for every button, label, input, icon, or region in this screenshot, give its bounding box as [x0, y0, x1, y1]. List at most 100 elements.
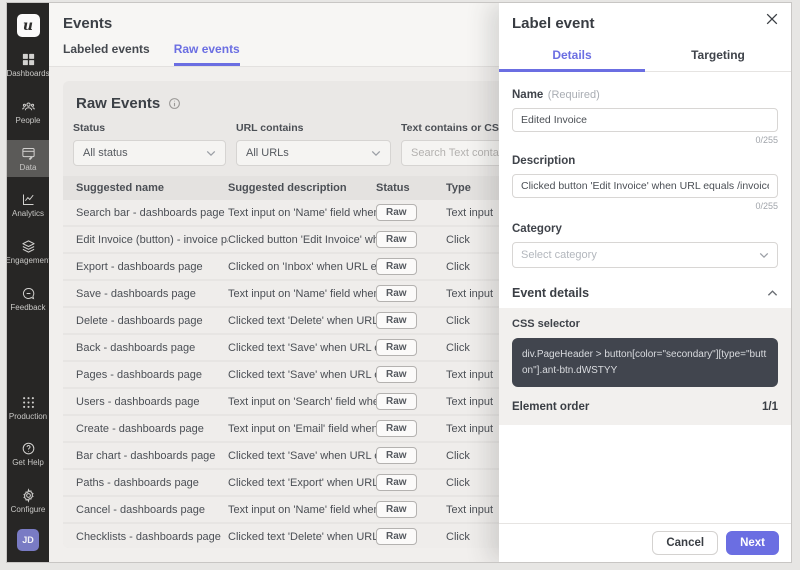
row-description: Text input on 'Email' field when...: [228, 423, 376, 435]
sidebar-item-label: Dashboards: [6, 70, 49, 79]
analytics-icon: [21, 192, 36, 207]
event-details-heading: Event details: [512, 286, 589, 300]
status-select[interactable]: All status: [73, 140, 226, 166]
panel-body: Name (Required) 0/255 Description 0/255 …: [499, 72, 791, 523]
sidebar-item-feedback[interactable]: Feedback: [7, 280, 49, 318]
row-name: Users - dashboards page: [76, 396, 228, 408]
status-badge[interactable]: Raw: [376, 366, 417, 383]
status-select-value: All status: [83, 147, 128, 159]
row-description: Clicked button 'Edit Invoice' whe...: [228, 234, 376, 246]
sidebar-item-label: People: [16, 117, 41, 126]
user-avatar[interactable]: JD: [17, 529, 39, 551]
row-name: Delete - dashboards page: [76, 315, 228, 327]
row-name: Save - dashboards page: [76, 288, 228, 300]
sidebar-item-label: Production: [9, 413, 47, 422]
next-button[interactable]: Next: [726, 531, 779, 555]
status-badge[interactable]: Raw: [376, 393, 417, 410]
info-icon[interactable]: [168, 97, 181, 110]
element-order-value: 1/1: [762, 401, 778, 413]
url-filter: URL contains All URLs: [236, 122, 391, 166]
row-description: Text input on 'Search' field whe...: [228, 396, 376, 408]
row-name: Export - dashboards page: [76, 261, 228, 273]
category-label: Category: [512, 223, 562, 235]
status-badge[interactable]: Raw: [376, 204, 417, 221]
row-description: Clicked text 'Delete' when URL e...: [228, 531, 376, 543]
row-name: Create - dashboards page: [76, 423, 228, 435]
sidebar-item-production[interactable]: Production: [7, 389, 49, 427]
element-order-label: Element order: [512, 401, 589, 413]
sidebar-item-label: Feedback: [10, 304, 45, 313]
status-badge[interactable]: Raw: [376, 285, 417, 302]
url-select-value: All URLs: [246, 147, 289, 159]
url-select[interactable]: All URLs: [236, 140, 391, 166]
sidebar-item-get-help[interactable]: Get Help: [7, 435, 49, 473]
description-field[interactable]: [512, 174, 778, 198]
help-icon: [21, 441, 36, 456]
name-required-hint: (Required): [548, 89, 600, 101]
category-placeholder: Select category: [521, 249, 597, 261]
tab-raw-events[interactable]: Raw events: [174, 42, 240, 66]
status-filter: Status All status: [73, 122, 226, 166]
chevron-down-icon: [206, 150, 216, 157]
description-char-counter: 0/255: [512, 201, 778, 211]
status-badge[interactable]: Raw: [376, 420, 417, 437]
status-filter-label: Status: [73, 122, 226, 134]
sidebar-item-data[interactable]: Data: [7, 140, 49, 178]
sidebar-item-dashboards[interactable]: Dashboards: [7, 46, 49, 84]
row-description: Clicked text 'Export' when URL e...: [228, 477, 376, 489]
production-grid-icon: [21, 395, 36, 410]
status-badge[interactable]: Raw: [376, 528, 417, 545]
row-name: Bar chart - dashboards page: [76, 450, 228, 462]
engagement-icon: [21, 239, 36, 254]
avatar-initials: JD: [22, 535, 34, 545]
status-badge[interactable]: Raw: [376, 258, 417, 275]
status-badge[interactable]: Raw: [376, 447, 417, 464]
column-suggested-description: Suggested description: [228, 182, 376, 194]
name-label: Name: [512, 89, 543, 101]
sidebar-item-configure[interactable]: Configure: [7, 482, 49, 520]
tab-targeting[interactable]: Targeting: [645, 40, 791, 72]
cancel-button[interactable]: Cancel: [652, 531, 718, 555]
sidebar-item-engagement[interactable]: Engagement: [7, 233, 49, 271]
row-name: Cancel - dashboards page: [76, 504, 228, 516]
chevron-up-icon: [767, 289, 778, 297]
sidebar-item-label: Configure: [11, 506, 46, 515]
sidebar-item-analytics[interactable]: Analytics: [7, 186, 49, 224]
status-badge[interactable]: Raw: [376, 312, 417, 329]
tab-details[interactable]: Details: [499, 40, 645, 72]
status-badge[interactable]: Raw: [376, 474, 417, 491]
status-badge[interactable]: Raw: [376, 501, 417, 518]
event-details-header[interactable]: Event details: [499, 286, 791, 300]
row-name: Back - dashboards page: [76, 342, 228, 354]
feedback-icon: [21, 286, 36, 301]
people-icon: [21, 99, 36, 114]
row-description: Clicked text 'Save' when URL eq...: [228, 342, 376, 354]
tab-labeled-events[interactable]: Labeled events: [63, 42, 150, 66]
description-label: Description: [512, 155, 575, 167]
row-description: Text input on 'Name' field when...: [228, 504, 376, 516]
status-badge[interactable]: Raw: [376, 339, 417, 356]
sidebar-item-label: Get Help: [12, 459, 44, 468]
sidebar-item-label: Data: [20, 164, 37, 173]
userpilot-logo[interactable]: u: [17, 14, 40, 37]
sidebar-item-label: Engagement: [6, 257, 51, 266]
row-description: Clicked text 'Save' when URL eq...: [228, 369, 376, 381]
sidebar-item-people[interactable]: People: [7, 93, 49, 131]
row-name: Pages - dashboards page: [76, 369, 228, 381]
column-status: Status: [376, 182, 446, 194]
category-select[interactable]: Select category: [512, 242, 778, 268]
row-name: Edit Invoice (button) - invoice page: [76, 234, 228, 246]
close-icon[interactable]: [764, 12, 780, 28]
panel-footer: Cancel Next: [499, 523, 791, 562]
dashboards-icon: [21, 52, 36, 67]
panel-tabs: Details Targeting: [499, 40, 791, 72]
data-icon: [21, 146, 36, 161]
row-name: Search bar - dashboards page: [76, 207, 228, 219]
name-field-group: Name (Required) 0/255: [499, 85, 791, 145]
row-name: Checklists - dashboards page: [76, 531, 228, 543]
event-details-section: CSS selector div.PageHeader > button[col…: [499, 308, 791, 425]
row-description: Text input on 'Name' field when...: [228, 288, 376, 300]
name-field[interactable]: [512, 108, 778, 132]
status-badge[interactable]: Raw: [376, 231, 417, 248]
logo-letter: u: [23, 18, 33, 34]
